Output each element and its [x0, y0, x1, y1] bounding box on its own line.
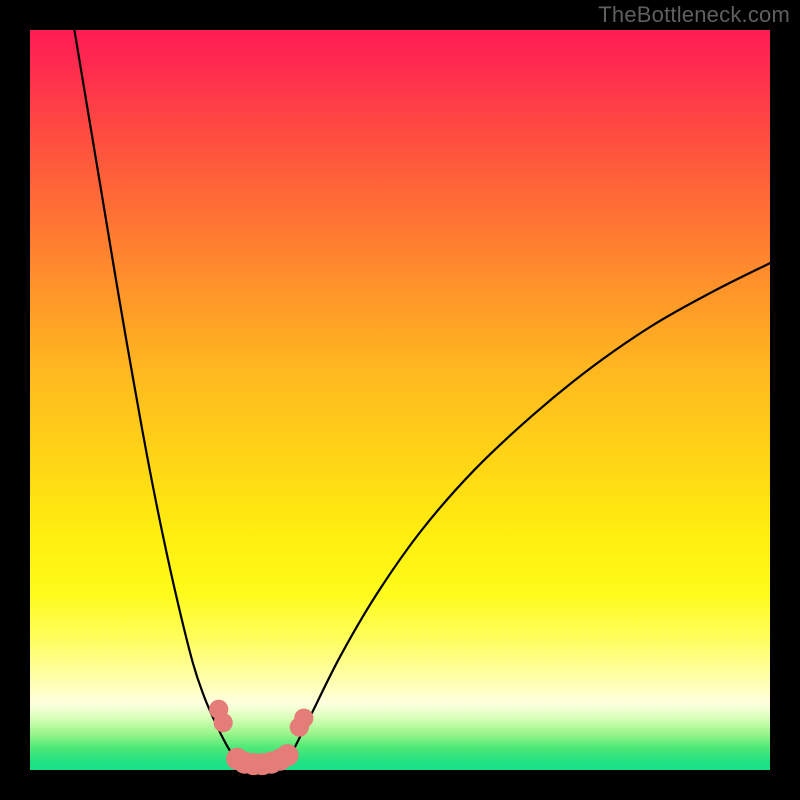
data-marker — [276, 744, 298, 766]
curve-left-branch — [74, 30, 237, 763]
chart-stage: TheBottleneck.com — [0, 0, 800, 800]
curve-layer — [30, 30, 770, 770]
marker-group — [209, 700, 313, 775]
watermark-text: TheBottleneck.com — [598, 2, 790, 28]
plot-area — [30, 30, 770, 770]
curve-right-branch — [293, 263, 770, 751]
data-marker — [214, 713, 233, 732]
data-marker — [294, 709, 313, 728]
